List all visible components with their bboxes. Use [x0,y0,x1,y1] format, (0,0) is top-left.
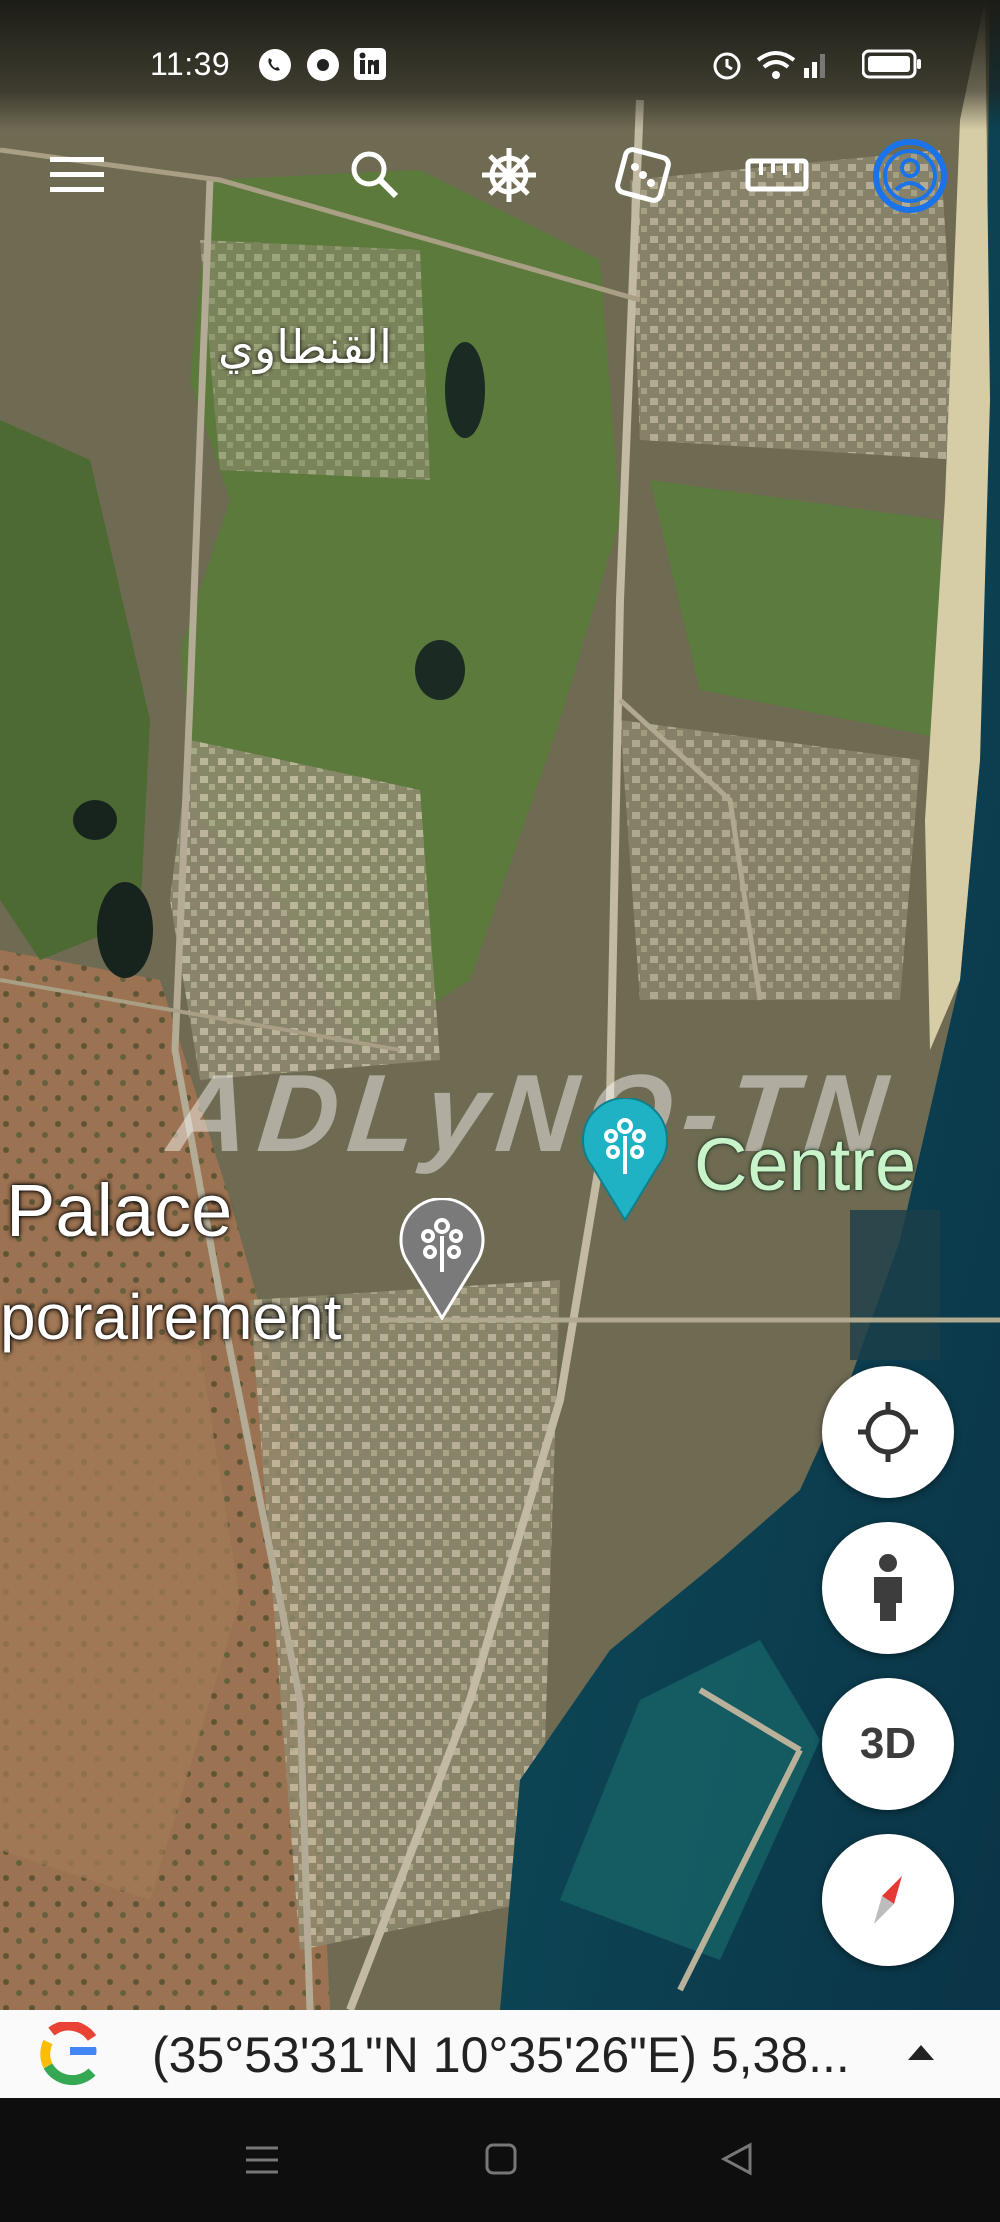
recent-apps-icon[interactable] [244,2144,280,2176]
street-view-button[interactable] [822,1522,954,1654]
place-label-palace[interactable]: Palace [6,1168,232,1253]
crosshair-icon [858,1402,918,1462]
caret-up-icon[interactable] [906,2042,936,2062]
menu-button[interactable] [42,140,112,210]
alarm-icon [713,52,741,80]
measure-ruler-icon [745,158,809,192]
3d-label: 3D [859,1719,917,1768]
clock: 11:39 [150,46,231,82]
wifi-icon [756,51,796,79]
home-icon[interactable] [484,2142,518,2176]
google-g-logo [38,2022,101,2086]
measure-button[interactable] [742,140,812,210]
signal-icon [804,54,825,78]
3d-toggle-button[interactable]: 3D [822,1678,954,1810]
feeling-lucky-dice-icon [615,147,671,203]
my-location-button[interactable] [822,1366,954,1498]
coordinates-text[interactable]: (35°53'31"N 10°35'26"E) 5,38... [152,2026,850,2084]
pegman-icon [874,1554,902,1621]
search-button[interactable] [340,140,410,210]
search-icon [351,151,399,199]
place-label-temporairement[interactable]: porairement [0,1280,342,1354]
voyager-helm-icon [482,148,536,202]
back-icon[interactable] [720,2142,754,2176]
active-place-pin[interactable] [580,1098,670,1222]
account-button[interactable] [872,138,948,214]
whatsapp-phone-icon [259,49,291,81]
place-label-centre[interactable]: Centre [694,1122,916,1207]
menu-icon [50,157,104,192]
compass-icon [874,1876,902,1924]
linkedin-icon [354,48,386,80]
voyager-button[interactable] [474,140,544,210]
battery-icon [862,49,921,79]
chrome-icon [307,49,339,81]
feeling-lucky-button[interactable] [608,140,678,210]
compass-button[interactable] [822,1834,954,1966]
place-pin[interactable] [398,1198,486,1320]
account-avatar-icon [873,139,947,213]
place-label-kantaoui[interactable]: القنطاوي [218,320,392,374]
status-bar: 11:39 [0,0,1000,130]
system-nav-bar [0,2098,1000,2222]
